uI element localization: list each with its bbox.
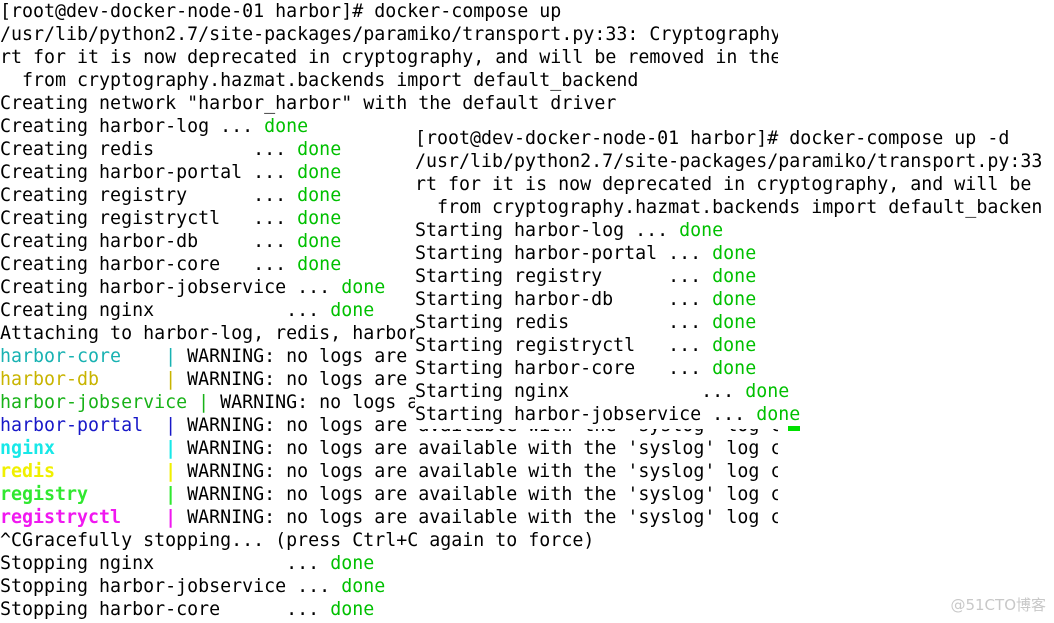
status-done: done (341, 277, 386, 298)
terminal-text: WARNING: no logs a (220, 392, 419, 413)
terminal-line: Starting harbor-core ... done (415, 357, 1054, 380)
terminal-line: from cryptography.hazmat.backends import… (415, 196, 1054, 219)
terminal-text: Creating harbor-core ... (0, 254, 298, 275)
status-done: done (297, 208, 342, 229)
status-done: done (330, 300, 375, 321)
status-done: done (745, 381, 790, 402)
terminal-text: Stopping harbor-jobservice ... (0, 576, 342, 597)
status-done: done (341, 576, 386, 597)
terminal-text: Stopping nginx ... (0, 553, 331, 574)
terminal-text: Starting harbor-db ... (415, 289, 713, 310)
terminal-text: Stopping harbor-core ... (0, 599, 331, 620)
terminal-text: WARNING: no logs are (187, 346, 408, 367)
terminal-text: Starting harbor-portal ... (415, 243, 713, 264)
terminal-text: Starting registryctl ... (415, 335, 713, 356)
service-name-registry: registry | (0, 484, 188, 505)
terminal-line: Starting harbor-jobservice ... done (415, 403, 1054, 426)
terminal-line: rt for it is now deprecated in cryptogra… (0, 46, 778, 69)
terminal-line: Starting harbor-db ... done (415, 288, 1054, 311)
service-name-registryctl: registryctl | (0, 507, 188, 528)
service-name-nginx: nginx | (0, 438, 188, 459)
status-done: done (297, 162, 342, 183)
terminal-text: Attaching to harbor-log, redis, harbor (0, 323, 419, 344)
terminal-text: ^CGracefully stopping... (press Ctrl+C a… (0, 530, 595, 551)
terminal-line: Starting harbor-log ... done (415, 219, 1054, 242)
terminal-line: Stopping harbor-jobservice ... done (0, 575, 778, 598)
terminal-text: /usr/lib/python2.7/site-packages/paramik… (415, 151, 1043, 172)
terminal-text: from cryptography.hazmat.backends import… (415, 197, 1043, 218)
terminal-line: Stopping nginx ... done (0, 552, 778, 575)
terminal-text: Creating registryctl ... (0, 208, 298, 229)
status-done: done (330, 599, 375, 620)
service-name-harbor-jobservice: harbor-jobservice | (0, 392, 221, 413)
terminal-text: WARNING: no logs are available with the … (187, 461, 778, 482)
terminal-text: rt for it is now deprecated in cryptogra… (0, 47, 778, 68)
terminal-text: WARNING: no logs are available with the … (187, 438, 778, 459)
status-done: done (330, 553, 375, 574)
terminal-text: from cryptography.hazmat.backends import… (0, 70, 639, 91)
terminal-line: /usr/lib/python2.7/site-packages/paramik… (0, 23, 778, 46)
service-name-harbor-core: harbor-core | (0, 346, 188, 367)
status-done: done (712, 312, 757, 333)
status-done: done (297, 254, 342, 275)
watermark: @51CTO博客 (950, 596, 1046, 614)
service-name-harbor-portal: harbor-portal | (0, 415, 188, 436)
service-name-harbor-db: harbor-db | (0, 369, 188, 390)
terminal-line: redis | WARNING: no logs are available w… (0, 460, 778, 483)
terminal-line: ^CGracefully stopping... (press Ctrl+C a… (0, 529, 778, 552)
terminal-line: [root@dev-docker-node-01 harbor]# docker… (415, 127, 1054, 150)
terminal-text: Creating harbor-db ... (0, 231, 298, 252)
terminal-line: Creating network "harbor_harbor" with th… (0, 92, 778, 115)
status-done: done (264, 116, 309, 137)
terminal-cursor (788, 426, 800, 431)
terminal-line: Stopping harbor-core ... done (0, 598, 778, 621)
terminal-text: Starting harbor-log ... (415, 220, 680, 241)
terminal-text: Starting redis ... (415, 312, 713, 333)
terminal-line: Starting registryctl ... done (415, 334, 1054, 357)
terminal-text: WARNING: no logs are available with the … (187, 484, 778, 505)
terminal-text: Creating nginx ... (0, 300, 331, 321)
terminal-line: registryctl | WARNING: no logs are avail… (0, 506, 778, 529)
terminal-line: Starting redis ... done (415, 311, 1054, 334)
terminal-text: Creating redis ... (0, 139, 298, 160)
status-done: done (712, 358, 757, 379)
status-done: done (297, 231, 342, 252)
status-done: done (712, 335, 757, 356)
terminal-line: Starting nginx ... done (415, 380, 1054, 403)
terminal-line: rt for it is now deprecated in cryptogra… (415, 173, 1054, 196)
terminal-text: Starting harbor-core ... (415, 358, 713, 379)
terminal-text: Starting harbor-jobservice ... (415, 404, 757, 425)
terminal-text: Creating harbor-jobservice ... (0, 277, 342, 298)
status-done: done (712, 266, 757, 287)
terminal-text: Creating harbor-portal ... (0, 162, 298, 183)
terminal-text: WARNING: no logs are (187, 369, 408, 390)
status-done: done (712, 289, 757, 310)
terminal-docker-compose-up-d[interactable]: [root@dev-docker-node-01 harbor]# docker… (415, 127, 1054, 429)
terminal-line: from cryptography.hazmat.backends import… (0, 69, 778, 92)
terminal-line: /usr/lib/python2.7/site-packages/paramik… (415, 150, 1054, 173)
terminal-line: nginx | WARNING: no logs are available w… (0, 437, 778, 460)
terminal-text: rt for it is now deprecated in cryptogra… (415, 174, 1032, 195)
terminal-text: Starting nginx ... (415, 381, 746, 402)
terminal-text: [root@dev-docker-node-01 harbor]# docker… (0, 1, 562, 22)
terminal-text: Creating network "harbor_harbor" with th… (0, 93, 617, 114)
status-done: done (712, 243, 757, 264)
terminal-line: [root@dev-docker-node-01 harbor]# docker… (0, 0, 778, 23)
terminal-text: Creating harbor-log ... (0, 116, 265, 137)
terminal-text: WARNING: no logs are available with the … (187, 507, 778, 528)
terminal-line: registry | WARNING: no logs are availabl… (0, 483, 778, 506)
status-done: done (297, 185, 342, 206)
terminal-text: /usr/lib/python2.7/site-packages/paramik… (0, 24, 778, 45)
service-name-redis: redis | (0, 461, 188, 482)
terminal-text: [root@dev-docker-node-01 harbor]# docker… (415, 128, 1010, 149)
terminal-line: Starting harbor-portal ... done (415, 242, 1054, 265)
status-done: done (679, 220, 724, 241)
status-done: done (297, 139, 342, 160)
terminal-text: Creating registry ... (0, 185, 298, 206)
status-done: done (756, 404, 801, 425)
terminal-text: Starting registry ... (415, 266, 713, 287)
terminal-line: Starting registry ... done (415, 265, 1054, 288)
